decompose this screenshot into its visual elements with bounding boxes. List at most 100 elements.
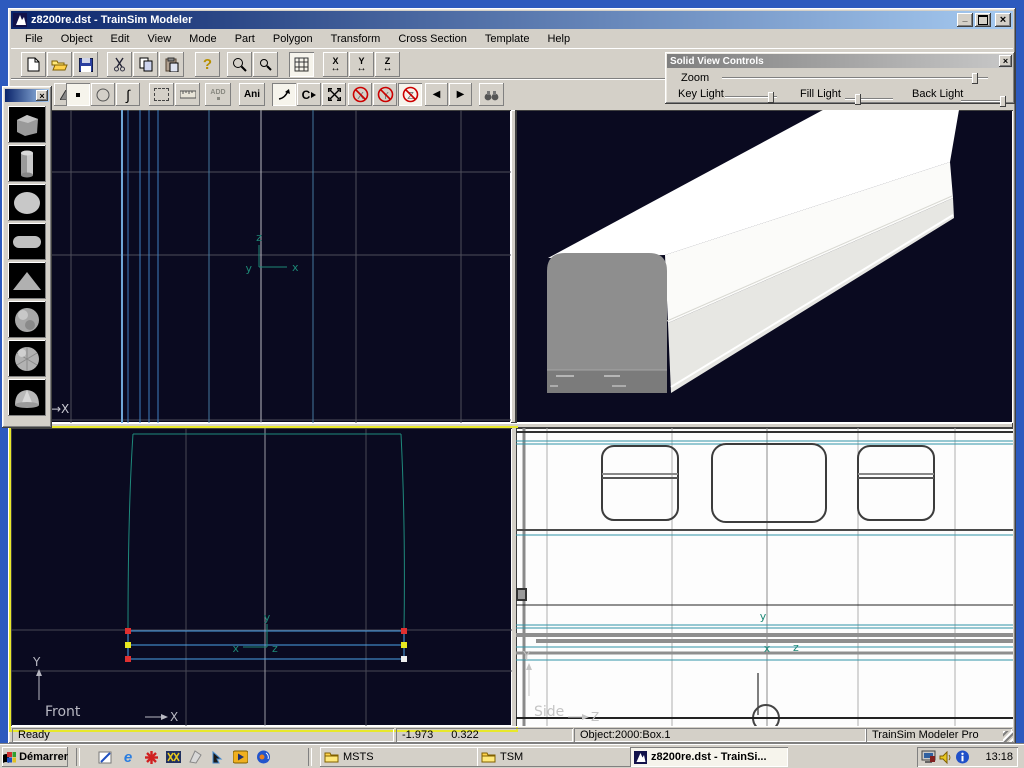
grid-icon <box>294 57 309 72</box>
slider-thumb[interactable] <box>768 92 774 103</box>
save-button[interactable] <box>73 52 98 77</box>
previous-button[interactable]: ◀ <box>425 83 448 106</box>
axis-z-button[interactable]: Z↔ <box>375 52 400 77</box>
lock-x-button[interactable]: X <box>348 83 372 106</box>
slider-thumb[interactable] <box>972 73 978 84</box>
menu-edit[interactable]: Edit <box>102 31 139 48</box>
spline-tool-button[interactable]: ∫ <box>116 83 140 106</box>
copy-button[interactable] <box>133 52 158 77</box>
arrow-app-icon[interactable] <box>209 748 227 766</box>
resize-grip[interactable] <box>1003 731 1013 742</box>
zoom-slider[interactable] <box>722 77 988 79</box>
box-icon <box>13 111 41 139</box>
disc-primitive-button[interactable] <box>8 184 46 221</box>
side-windows <box>602 444 934 522</box>
horizontal-arrows-icon: ↔ <box>383 65 393 73</box>
disc-icon <box>12 190 42 216</box>
toolbox-close-button[interactable]: × <box>36 90 48 101</box>
viewport-perspective[interactable] <box>516 110 1013 423</box>
help-button[interactable]: ? <box>195 52 220 77</box>
axis-y-button[interactable]: Y↔ <box>349 52 374 77</box>
open-file-button[interactable] <box>47 52 72 77</box>
menu-object[interactable]: Object <box>52 31 102 48</box>
dome-primitive-button[interactable] <box>8 379 46 416</box>
show-desktop-icon[interactable] <box>96 748 114 766</box>
grid-toggle-button[interactable] <box>289 52 314 77</box>
new-file-button[interactable] <box>21 52 46 77</box>
red-star-app-icon[interactable] <box>142 748 160 766</box>
lock-y-button[interactable]: Y <box>373 83 397 106</box>
slider-thumb[interactable] <box>855 94 861 105</box>
internet-explorer-icon[interactable]: e <box>119 748 137 766</box>
minimize-button[interactable]: _ <box>957 13 973 27</box>
menu-cross-section[interactable]: Cross Section <box>389 31 475 48</box>
fill-light-slider[interactable] <box>845 98 893 100</box>
zoom-out-button[interactable] <box>253 52 278 77</box>
window-1 <box>602 446 678 520</box>
move-tool-button[interactable] <box>272 83 296 106</box>
circle-tool-button[interactable] <box>91 83 115 106</box>
back-light-slider[interactable] <box>961 100 1005 102</box>
handle-top-left[interactable] <box>125 628 131 634</box>
menu-mode[interactable]: Mode <box>180 31 226 48</box>
start-button[interactable]: Démarrer <box>2 747 68 767</box>
measure-button[interactable] <box>175 83 200 106</box>
geosphere-primitive-button[interactable] <box>8 340 46 377</box>
viewport-side[interactable]: y x z Y Side Z <box>516 428 1013 726</box>
handle-mid-right[interactable] <box>401 642 407 648</box>
handle-bottom-right[interactable] <box>401 656 407 662</box>
capsule-primitive-button[interactable] <box>8 223 46 260</box>
key-light-slider[interactable] <box>725 96 777 98</box>
taskbar-window-tsm[interactable]: TSM <box>477 747 631 767</box>
cone-primitive-button[interactable] <box>8 262 46 299</box>
xx-app-icon[interactable] <box>164 748 182 766</box>
menu-view[interactable]: View <box>139 31 181 48</box>
cylinder-primitive-button[interactable] <box>8 145 46 182</box>
menu-template[interactable]: Template <box>476 31 539 48</box>
rotate-tool-button[interactable]: C <box>297 83 321 106</box>
menu-file[interactable]: File <box>16 31 52 48</box>
menu-polygon[interactable]: Polygon <box>264 31 322 48</box>
display-settings-tray-icon[interactable] <box>921 750 937 764</box>
slider-thumb[interactable] <box>1000 96 1006 107</box>
add-button[interactable]: ADD <box>205 83 231 106</box>
next-button[interactable]: ▶ <box>449 83 472 106</box>
marquee-select-button[interactable] <box>149 83 174 106</box>
taskbar-clock[interactable]: 13:18 <box>985 751 1013 763</box>
axis-x-button[interactable]: X↔ <box>323 52 348 77</box>
taskbar-window-active[interactable]: z8200re.dst - TrainSi... <box>630 747 788 767</box>
menu-part[interactable]: Part <box>226 31 264 48</box>
animation-button[interactable]: Ani <box>239 83 265 106</box>
point-tool-button[interactable] <box>66 83 90 106</box>
lock-z-button[interactable]: Z <box>398 83 422 106</box>
paste-button[interactable] <box>159 52 184 77</box>
viewport-front[interactable]: y x z Y Front X <box>11 428 512 726</box>
find-button[interactable] <box>479 83 504 106</box>
zoom-in-button[interactable] <box>227 52 252 77</box>
menu-help[interactable]: Help <box>538 31 579 48</box>
panel-close-button[interactable]: × <box>999 55 1012 67</box>
menu-transform[interactable]: Transform <box>322 31 390 48</box>
scale-tool-button[interactable] <box>322 83 346 106</box>
toolbox-titlebar[interactable]: × <box>5 89 49 102</box>
messenger-icon[interactable] <box>254 748 272 766</box>
box-primitive-button[interactable] <box>8 106 46 143</box>
handle-bottom-left[interactable] <box>125 656 131 662</box>
panel-titlebar[interactable]: Solid View Controls × <box>667 54 1013 68</box>
previous-icon: ◀ <box>433 89 441 100</box>
cone-icon <box>12 270 42 292</box>
close-button[interactable]: × <box>995 13 1011 27</box>
taskbar-window-msts[interactable]: MSTS <box>320 747 478 767</box>
window-titlebar[interactable]: z8200re.dst - TrainSim Modeler _ × <box>11 11 1013 29</box>
viewport-top[interactable]: z y x →X <box>11 110 511 423</box>
maximize-button[interactable] <box>975 13 991 27</box>
info-tray-icon[interactable] <box>955 750 970 764</box>
gray-tool-app-icon[interactable] <box>186 748 204 766</box>
svg-text:z: z <box>272 642 278 655</box>
volume-tray-icon[interactable] <box>939 751 953 764</box>
handle-mid-left[interactable] <box>125 642 131 648</box>
sphere-primitive-button[interactable] <box>8 301 46 338</box>
media-player-icon[interactable] <box>231 748 249 766</box>
handle-top-right[interactable] <box>401 628 407 634</box>
cut-button[interactable] <box>107 52 132 77</box>
